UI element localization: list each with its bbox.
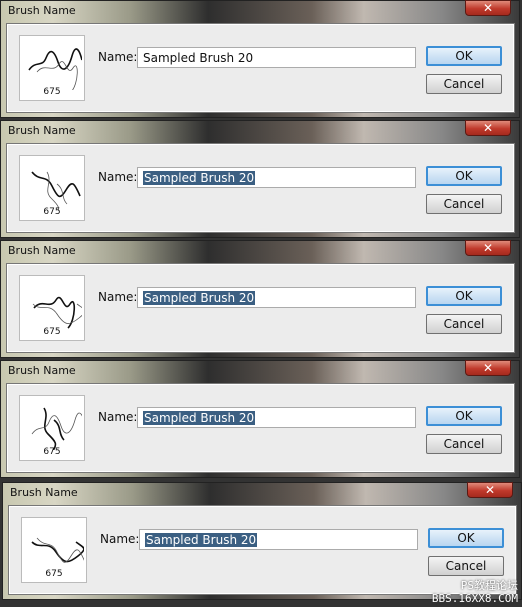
ok-button[interactable]: OK (426, 166, 502, 186)
brush-preview: 675 (21, 517, 87, 583)
dialog-title: Brush Name (10, 486, 78, 499)
name-label: Name: (100, 532, 140, 546)
brush-size: 675 (43, 327, 61, 337)
watermark-line1: PS教程论坛 (460, 579, 518, 592)
name-input[interactable]: Sampled Brush 20 (137, 47, 416, 68)
dialog-body: 675 Name: Sampled Brush 20 OK Cancel (6, 143, 515, 233)
ok-button[interactable]: OK (428, 528, 504, 548)
name-value: Sampled Brush 20 (143, 171, 256, 185)
name-value: Sampled Brush 20 (143, 291, 256, 305)
smoke-brush-icon (31, 171, 81, 210)
close-button[interactable]: ✕ (465, 360, 511, 376)
brush-preview: 675 (19, 35, 85, 101)
ok-button[interactable]: OK (426, 286, 502, 306)
brush-size: 675 (43, 207, 61, 217)
close-icon: ✕ (482, 1, 494, 15)
smoke-brush-icon (31, 407, 82, 450)
close-button[interactable]: ✕ (467, 482, 513, 498)
brush-size: 675 (45, 569, 63, 579)
close-icon: ✕ (482, 241, 494, 255)
dialog-body: 675 Name: Sampled Brush 20 OK Cancel (6, 263, 515, 353)
name-input[interactable]: Sampled Brush 20 (137, 407, 416, 428)
brush-name-dialog: Brush Name ✕ 675 Name: Sampled Brush 20 … (0, 120, 520, 238)
name-label: Name: (98, 50, 138, 64)
name-value: Sampled Brush 20 (143, 51, 254, 65)
brush-preview: 675 (19, 395, 85, 461)
cancel-button[interactable]: Cancel (426, 194, 502, 214)
cancel-button[interactable]: Cancel (426, 434, 502, 454)
dialog-title: Brush Name (8, 364, 76, 377)
name-input[interactable]: Sampled Brush 20 (137, 167, 416, 188)
watermark: PS教程论坛 BBS.16XX8.COM (432, 579, 518, 605)
brush-name-dialog: Brush Name ✕ 675 Name: Sampled Brush 20 … (0, 240, 520, 358)
ok-button[interactable]: OK (426, 46, 502, 66)
dialog-title: Brush Name (8, 124, 76, 137)
name-label: Name: (98, 410, 138, 424)
smoke-brush-icon (31, 537, 84, 563)
close-button[interactable]: ✕ (465, 240, 511, 256)
name-input[interactable]: Sampled Brush 20 (137, 287, 416, 308)
brush-size: 675 (43, 447, 61, 457)
name-input[interactable]: Sampled Brush 20 (139, 529, 418, 550)
name-value: Sampled Brush 20 (145, 533, 258, 547)
brush-name-dialog: Brush Name ✕ 675 Name: Sampled Brush 20 … (0, 360, 520, 478)
cancel-button[interactable]: Cancel (428, 556, 504, 576)
cancel-button[interactable]: Cancel (426, 314, 502, 334)
brush-name-dialog: Brush Name ✕ 675 Name: Sampled Brush 20 … (0, 0, 520, 118)
name-label: Name: (98, 290, 138, 304)
dialog-body: 675 Name: Sampled Brush 20 OK Cancel (6, 23, 515, 113)
close-button[interactable]: ✕ (465, 0, 511, 16)
dialog-title: Brush Name (8, 244, 76, 257)
watermark-line2: BBS.16XX8.COM (431, 592, 518, 605)
brush-size: 675 (43, 87, 61, 97)
smoke-brush-icon (28, 48, 82, 90)
close-button[interactable]: ✕ (465, 120, 511, 136)
name-value: Sampled Brush 20 (143, 411, 256, 425)
close-icon: ✕ (482, 121, 494, 135)
close-icon: ✕ (484, 483, 496, 497)
dialog-title: Brush Name (8, 4, 76, 17)
ok-button[interactable]: OK (426, 406, 502, 426)
close-icon: ✕ (482, 361, 494, 375)
name-label: Name: (98, 170, 138, 184)
brush-preview: 675 (19, 155, 85, 221)
brush-preview: 675 (19, 275, 85, 341)
smoke-brush-icon (32, 296, 82, 329)
cancel-button[interactable]: Cancel (426, 74, 502, 94)
dialog-body: 675 Name: Sampled Brush 20 OK Cancel (6, 383, 515, 473)
